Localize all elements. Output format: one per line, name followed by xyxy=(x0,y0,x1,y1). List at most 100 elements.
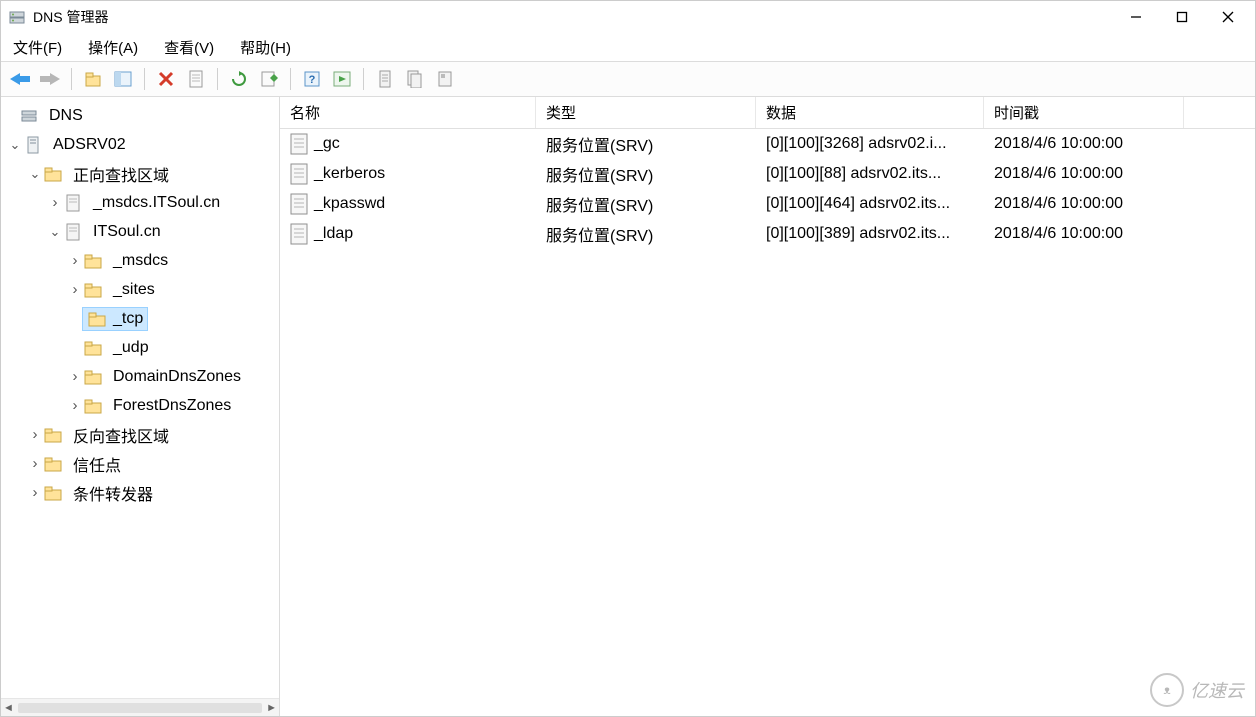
list-row[interactable]: _ldap 服务位置(SRV)[0][100][389] adsrv02.its.… xyxy=(280,219,1255,249)
folder-icon xyxy=(43,483,63,503)
list-pane: 名称 类型 数据 时间戳 _gc服务位置(SRV)[0][100][3268] … xyxy=(280,97,1255,716)
refresh-button[interactable] xyxy=(226,66,252,92)
delete-button[interactable] xyxy=(153,66,179,92)
column-header-data[interactable]: 数据 xyxy=(756,97,984,128)
menu-help[interactable]: 帮助(H) xyxy=(238,35,293,60)
back-button[interactable] xyxy=(7,66,33,92)
list-body[interactable]: _gc服务位置(SRV)[0][100][3268] adsrv02.i...2… xyxy=(280,129,1255,716)
tree-label: ADSRV02 xyxy=(53,136,126,154)
cell-timestamp: 2018/4/6 10:00:00 xyxy=(984,135,1184,153)
tree-horizontal-scrollbar[interactable]: ◄ ► xyxy=(1,698,279,716)
minimize-button[interactable] xyxy=(1113,1,1159,33)
tree-server[interactable]: ADSRV02 xyxy=(1,130,279,159)
tree-pane: DNS ADSRV02 正向查找区域 xyxy=(1,97,280,716)
cell-data: [0][100][464] adsrv02.its... xyxy=(756,195,984,213)
forward-button[interactable] xyxy=(37,66,63,92)
tree-root-dns[interactable]: DNS xyxy=(1,101,279,130)
scroll-thumb[interactable] xyxy=(18,703,262,713)
tree-label: 信任点 xyxy=(73,452,121,476)
cell-type: 服务位置(SRV) xyxy=(536,222,756,246)
up-button[interactable] xyxy=(80,66,106,92)
tree-label: ForestDnsZones xyxy=(113,397,231,415)
menu-action[interactable]: 操作(A) xyxy=(86,35,140,60)
list-row[interactable]: _kpasswd服务位置(SRV)[0][100][464] adsrv02.i… xyxy=(280,189,1255,219)
tree-label: _sites xyxy=(113,281,155,299)
folder-icon xyxy=(83,396,103,416)
tree-zone-itsoul[interactable]: ITSoul.cn xyxy=(1,217,279,246)
record-icon xyxy=(290,193,308,215)
column-header-type[interactable]: 类型 xyxy=(536,97,756,128)
tree-label: _udp xyxy=(113,339,149,357)
menu-file[interactable]: 文件(F) xyxy=(11,35,64,60)
cell-data: [0][100][88] adsrv02.its... xyxy=(756,165,984,183)
cell-data: [0][100][389] adsrv02.its... xyxy=(756,225,984,243)
cell-type: 服务位置(SRV) xyxy=(536,162,756,186)
tree-label: DomainDnsZones xyxy=(113,368,241,386)
tree-conditional-forwarders[interactable]: 条件转发器 xyxy=(1,478,279,507)
tree-forward-zones[interactable]: 正向查找区域 xyxy=(1,159,279,188)
dns-manager-window: DNS 管理器 文件(F) 操作(A) 查看(V) 帮助(H) xyxy=(0,0,1256,717)
tree-label: DNS xyxy=(49,107,83,125)
folder-icon xyxy=(83,338,103,358)
window-controls xyxy=(1113,1,1251,33)
zone-icon xyxy=(63,222,83,242)
tree[interactable]: DNS ADSRV02 正向查找区域 xyxy=(1,97,279,698)
cell-timestamp: 2018/4/6 10:00:00 xyxy=(984,165,1184,183)
folder-icon xyxy=(83,280,103,300)
record-icon xyxy=(290,163,308,185)
tree-sub-sites[interactable]: _sites xyxy=(1,275,279,304)
folder-icon xyxy=(43,454,63,474)
maximize-button[interactable] xyxy=(1159,1,1205,33)
tree-sub-udp[interactable]: _udp xyxy=(1,333,279,362)
multi-record-button[interactable] xyxy=(402,66,428,92)
cell-type: 服务位置(SRV) xyxy=(536,132,756,156)
folder-icon xyxy=(87,309,107,329)
tree-label: 正向查找区域 xyxy=(73,162,169,186)
server-icon xyxy=(23,135,43,155)
list-row[interactable]: _gc 服务位置(SRV)[0][100][3268] adsrv02.i...2… xyxy=(280,129,1255,159)
cell-name: _ldap xyxy=(314,225,353,243)
scroll-right-icon[interactable]: ► xyxy=(266,702,277,714)
menu-view[interactable]: 查看(V) xyxy=(162,35,216,60)
column-header-timestamp[interactable]: 时间戳 xyxy=(984,97,1184,128)
folder-icon xyxy=(43,425,63,445)
tree-zone-msdcs-root[interactable]: _msdcs.ITSoul.cn xyxy=(1,188,279,217)
svg-text:?: ? xyxy=(309,74,316,86)
tree-label: 反向查找区域 xyxy=(73,423,169,447)
folder-icon xyxy=(43,164,63,184)
cell-timestamp: 2018/4/6 10:00:00 xyxy=(984,195,1184,213)
scroll-left-icon[interactable]: ◄ xyxy=(3,702,14,714)
tree-label: ITSoul.cn xyxy=(93,223,161,241)
tree-reverse-zones[interactable]: 反向查找区域 xyxy=(1,420,279,449)
tree-sub-msdcs[interactable]: _msdcs xyxy=(1,246,279,275)
cell-data: [0][100][3268] adsrv02.i... xyxy=(756,135,984,153)
cell-timestamp: 2018/4/6 10:00:00 xyxy=(984,225,1184,243)
help-button[interactable]: ? xyxy=(299,66,325,92)
record-icon xyxy=(290,133,308,155)
single-record-button[interactable] xyxy=(372,66,398,92)
close-button[interactable] xyxy=(1205,1,1251,33)
tree-label: 条件转发器 xyxy=(73,481,153,505)
tree-sub-domaindns[interactable]: DomainDnsZones xyxy=(1,362,279,391)
tree-trust-points[interactable]: 信任点 xyxy=(1,449,279,478)
properties-button[interactable] xyxy=(183,66,209,92)
cell-name: _kpasswd xyxy=(314,195,385,213)
cell-name: _kerberos xyxy=(314,165,385,183)
body: DNS ADSRV02 正向查找区域 xyxy=(1,97,1255,716)
titlebar[interactable]: DNS 管理器 xyxy=(1,1,1255,33)
list-row[interactable]: _kerberos 服务位置(SRV)[0][100][88] adsrv02.i… xyxy=(280,159,1255,189)
column-header-name[interactable]: 名称 xyxy=(280,97,536,128)
zone-icon xyxy=(63,193,83,213)
dns-root-icon xyxy=(19,106,39,126)
tree-sub-forestdns[interactable]: ForestDnsZones xyxy=(1,391,279,420)
tree-label: _msdcs xyxy=(113,252,168,270)
action-pane-button[interactable] xyxy=(329,66,355,92)
folder-icon xyxy=(83,251,103,271)
menubar: 文件(F) 操作(A) 查看(V) 帮助(H) xyxy=(1,33,1255,61)
export-button[interactable] xyxy=(256,66,282,92)
cell-name: _gc xyxy=(314,135,340,153)
filter-button[interactable] xyxy=(432,66,458,92)
show-hide-tree-button[interactable] xyxy=(110,66,136,92)
app-icon xyxy=(7,7,27,27)
tree-sub-tcp[interactable]: _tcp xyxy=(1,304,279,333)
